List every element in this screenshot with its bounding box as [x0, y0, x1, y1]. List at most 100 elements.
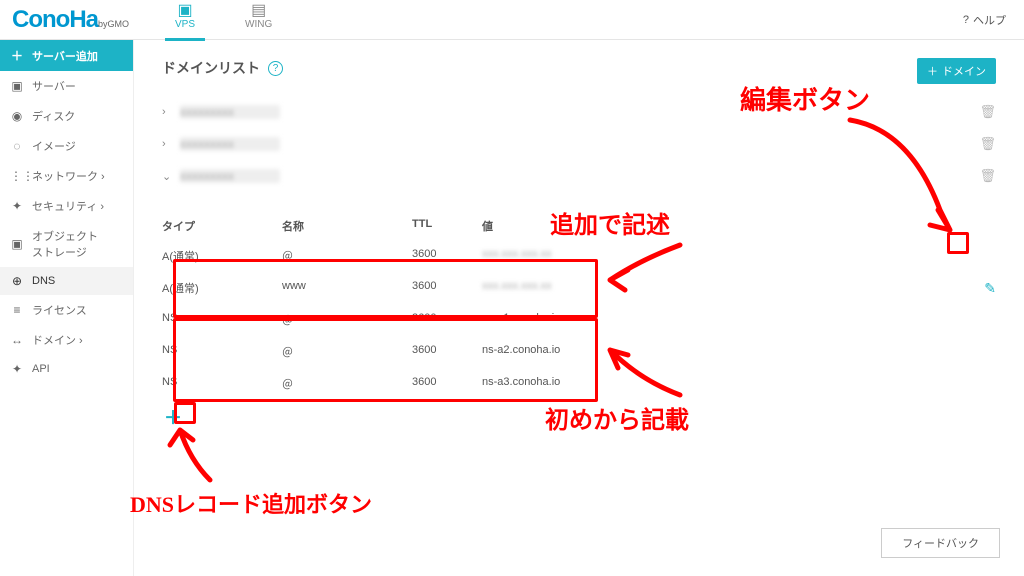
- chevron-icon: ›: [162, 138, 180, 150]
- record-row: NS＠3600ns-a1.conoha.io: [162, 304, 996, 336]
- nav-tabs: ▣VPS ▤WING: [135, 0, 282, 41]
- cell-name: ＠: [282, 312, 412, 328]
- sidebar-label: サーバー追加: [32, 48, 98, 64]
- domain-row[interactable]: ›xxxxxxxxx 🗑: [162, 128, 996, 160]
- sidebar-item[interactable]: ◌ イメージ: [0, 131, 133, 161]
- trash-icon[interactable]: 🗑: [979, 168, 996, 184]
- cell-name: www: [282, 280, 412, 296]
- sidebar-item[interactable]: ▣ オブジェクト ストレージ: [0, 221, 133, 267]
- sidebar: ＋ サーバー追加 ▣ サーバー ◉ ディスク ◌ イメージ ⋮⋮ ネットワーク › ✦ セキュリティ …: [0, 40, 134, 576]
- cell-ttl: 3600: [412, 248, 482, 264]
- cell-val: ns-a1.conoha.io: [482, 312, 602, 328]
- records-section: タイプ 名称 TTL 値 A(通常)＠3600xxx.xxx.xxx.xxA(通…: [162, 212, 996, 430]
- building-icon: ▤: [251, 3, 266, 19]
- sidebar-label: API: [32, 363, 50, 375]
- top-header: ConoHabyGMO ▣VPS ▤WING ? ヘルプ: [0, 0, 1024, 40]
- page-title-row: ドメインリスト ?: [162, 58, 996, 78]
- tab-vps[interactable]: ▣VPS: [165, 0, 205, 41]
- domain-row[interactable]: ›xxxxxxxxx 🗑: [162, 96, 996, 128]
- cell-type: NS: [162, 312, 282, 328]
- sidebar-label: ライセンス: [32, 302, 87, 318]
- logo-text: ConoHa: [12, 6, 98, 33]
- sidebar-item[interactable]: ⋮⋮ ネットワーク ›: [0, 161, 133, 191]
- cell-val: ns-a3.conoha.io: [482, 376, 602, 392]
- question-icon: ?: [963, 14, 969, 26]
- sidebar-item[interactable]: ≡ ライセンス: [0, 295, 133, 325]
- domain-name: xxxxxxxxx: [180, 169, 280, 183]
- cell-ttl: 3600: [412, 280, 482, 296]
- sidebar-label: サーバー: [32, 78, 76, 94]
- sidebar-label: セキュリティ ›: [32, 198, 104, 214]
- logo: ConoHabyGMO: [0, 6, 135, 34]
- sidebar-icon: ⋮⋮: [10, 169, 24, 183]
- cell-val: xxx.xxx.xxx.xx: [482, 248, 602, 264]
- cell-type: A(通常): [162, 248, 282, 264]
- cell-name: ＠: [282, 248, 412, 264]
- col-ttl: TTL: [412, 218, 482, 234]
- sidebar-item[interactable]: ✦ セキュリティ ›: [0, 191, 133, 221]
- plus-icon: ＋: [927, 63, 938, 79]
- sidebar-item[interactable]: ＋ サーバー追加: [0, 40, 133, 71]
- cell-type: NS: [162, 376, 282, 392]
- sidebar-icon: ＋: [10, 47, 24, 64]
- feedback-button[interactable]: フィードバック: [881, 528, 1000, 558]
- sidebar-icon: ≡: [10, 303, 24, 317]
- trash-icon[interactable]: 🗑: [979, 136, 996, 152]
- main-content: ドメインリスト ? ＋ドメイン ›xxxxxxxxx🗑›xxxxxxxxx🗑⌄x…: [134, 40, 1024, 576]
- sidebar-icon: ▣: [10, 237, 24, 251]
- sidebar-label: イメージ: [32, 138, 76, 154]
- tab-wing[interactable]: ▤WING: [235, 0, 282, 41]
- help-link[interactable]: ? ヘルプ: [963, 12, 1006, 28]
- btn-label: ドメイン: [942, 63, 986, 79]
- server-icon: ▣: [177, 3, 192, 19]
- sidebar-label: ドメイン ›: [32, 332, 83, 348]
- sidebar-icon: ⊕: [10, 274, 24, 288]
- domain-name: xxxxxxxxx: [180, 137, 280, 151]
- sidebar-icon: ▣: [10, 79, 24, 93]
- help-icon[interactable]: ?: [268, 61, 283, 76]
- sidebar-item[interactable]: ◉ ディスク: [0, 101, 133, 131]
- sidebar-label: オブジェクト ストレージ: [32, 228, 98, 260]
- cell-val: xxx.xxx.xxx.xx: [482, 280, 602, 296]
- domain-row[interactable]: ⌄xxxxxxxxx 🗑: [162, 160, 996, 192]
- col-type: タイプ: [162, 218, 282, 234]
- cell-name: ＠: [282, 344, 412, 360]
- sidebar-item[interactable]: ✦ API: [0, 355, 133, 383]
- sidebar-icon: ◌: [10, 139, 24, 153]
- domain-name: xxxxxxxxx: [180, 105, 280, 119]
- help-label: ヘルプ: [973, 12, 1006, 28]
- chevron-icon: ›: [162, 106, 180, 118]
- sidebar-item[interactable]: ▣ サーバー: [0, 71, 133, 101]
- cell-ttl: 3600: [412, 376, 482, 392]
- sidebar-item[interactable]: ↔ ドメイン ›: [0, 325, 133, 355]
- add-domain-button[interactable]: ＋ドメイン: [917, 58, 996, 84]
- trash-icon[interactable]: 🗑: [979, 104, 996, 120]
- record-row: NS＠3600ns-a3.conoha.io: [162, 368, 996, 400]
- col-name: 名称: [282, 218, 412, 234]
- cell-type: A(通常): [162, 280, 282, 296]
- record-row: A(通常)＠3600xxx.xxx.xxx.xx: [162, 240, 996, 272]
- page-title: ドメインリスト: [162, 58, 260, 78]
- sidebar-label: ネットワーク ›: [32, 168, 105, 184]
- cell-ttl: 3600: [412, 344, 482, 360]
- record-row: A(通常)www3600xxx.xxx.xxx.xx: [162, 272, 996, 304]
- sidebar-icon: ✦: [10, 362, 24, 376]
- sidebar-label: ディスク: [32, 108, 75, 124]
- cell-val: ns-a2.conoha.io: [482, 344, 602, 360]
- sidebar-icon: ◉: [10, 109, 24, 123]
- chevron-icon: ⌄: [162, 170, 180, 183]
- cell-ttl: 3600: [412, 312, 482, 328]
- tab-label: WING: [245, 19, 272, 30]
- cell-type: NS: [162, 344, 282, 360]
- add-record-button[interactable]: ＋: [164, 404, 996, 430]
- sidebar-label: DNS: [32, 275, 55, 287]
- tab-label: VPS: [175, 19, 195, 30]
- sidebar-item[interactable]: ⊕ DNS: [0, 267, 133, 295]
- logo-sub: byGMO: [98, 19, 129, 29]
- cell-name: ＠: [282, 376, 412, 392]
- sidebar-icon: ↔: [10, 333, 24, 347]
- col-val: 値: [482, 218, 602, 234]
- sidebar-icon: ✦: [10, 199, 24, 213]
- edit-button[interactable]: ✎: [984, 280, 996, 297]
- record-row: NS＠3600ns-a2.conoha.io: [162, 336, 996, 368]
